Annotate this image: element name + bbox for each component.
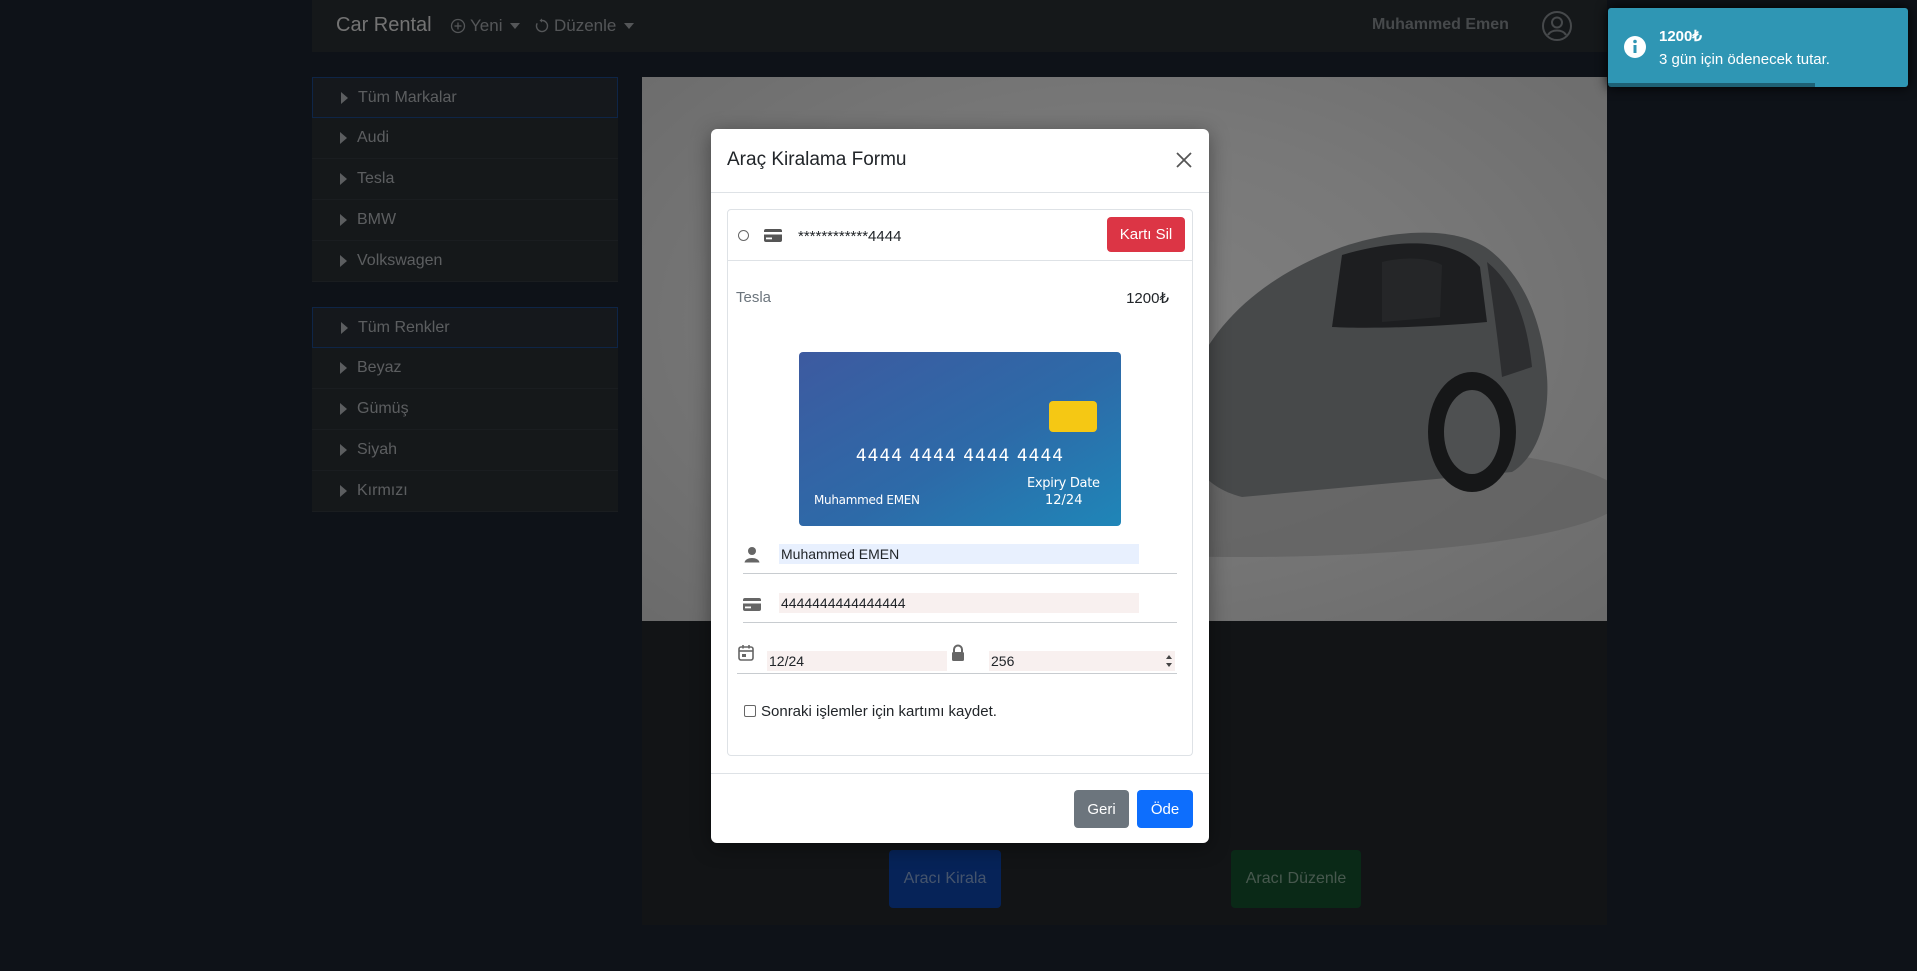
calendar-icon (738, 645, 754, 661)
saved-card-radio[interactable] (738, 230, 749, 241)
credit-card-preview: 4444 4444 4444 4444 Muhammed EMEN Expiry… (799, 352, 1121, 526)
card-preview-number: 4444 4444 4444 4444 (855, 446, 1065, 466)
credit-card-icon (764, 229, 782, 242)
cardholder-name-row (743, 542, 1177, 574)
card-preview-expiry: 12/24 (1045, 493, 1083, 508)
toast-title: 1200₺ (1659, 28, 1702, 45)
saved-card-row: ************4444 Kartı Sil (727, 209, 1193, 261)
toast-message: 3 gün için ödenecek tutar. (1659, 51, 1830, 68)
close-icon[interactable] (1174, 150, 1194, 170)
modal-footer: Geri Öde (711, 773, 1209, 844)
card-preview-expiry-label: Expiry Date (1027, 476, 1100, 491)
car-name: Tesla (736, 289, 772, 306)
delete-card-button[interactable]: Kartı Sil (1107, 217, 1185, 252)
page: Car Rental Yeni Düzenle Muhammed Emen (0, 0, 1917, 971)
number-spinner-icon[interactable] (1165, 652, 1173, 670)
rental-modal: Araç Kiralama Formu ************4444 Kar… (711, 129, 1209, 843)
card-number-row (743, 591, 1177, 623)
card-number-input[interactable] (779, 593, 1139, 613)
credit-card-icon (743, 598, 761, 611)
modal-title: Araç Kiralama Formu (727, 149, 907, 170)
lock-icon (952, 644, 964, 661)
save-card-checkbox[interactable] (744, 705, 756, 717)
card-preview-holder: Muhammed EMEN (814, 493, 920, 507)
back-button[interactable]: Geri (1074, 790, 1129, 828)
info-icon (1624, 36, 1646, 58)
modal-header: Araç Kiralama Formu (711, 129, 1209, 193)
user-icon (744, 547, 760, 563)
pay-button[interactable]: Öde (1137, 790, 1193, 828)
info-toast[interactable]: 1200₺ 3 gün için ödenecek tutar. (1608, 8, 1908, 87)
cvv-input[interactable] (989, 651, 1175, 671)
expiry-input[interactable] (767, 651, 947, 671)
saved-card-number: ************4444 (798, 228, 902, 245)
card-chip-icon (1049, 401, 1097, 432)
expiry-cvv-row (737, 642, 1177, 674)
toast-progress-bar (1608, 83, 1815, 87)
cardholder-name-input[interactable] (779, 544, 1139, 564)
car-price: 1200₺ (1126, 290, 1169, 307)
save-card-label: Sonraki işlemler için kartımı kaydet. (761, 703, 997, 720)
